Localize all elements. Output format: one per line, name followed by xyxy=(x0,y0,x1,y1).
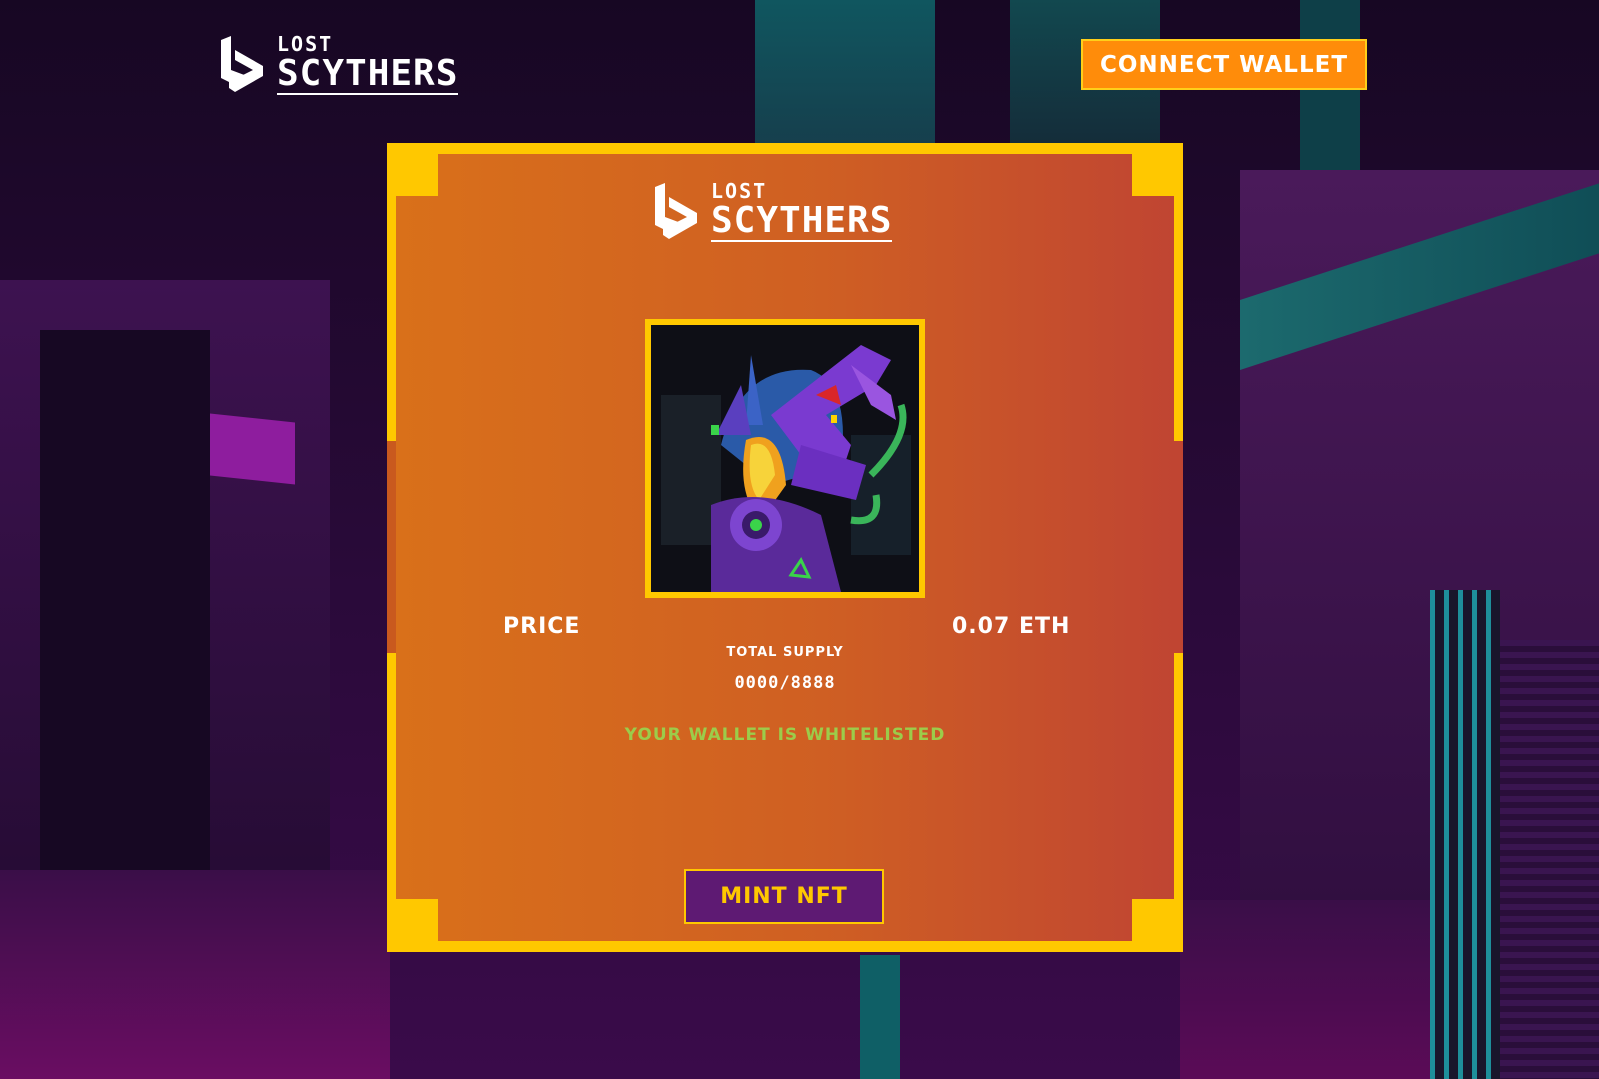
price-value: 0.07 ETH xyxy=(952,614,1071,639)
header-logo[interactable]: LOST SCYTHERS xyxy=(213,32,459,95)
nft-preview-frame xyxy=(645,319,925,598)
robot-nft-icon xyxy=(651,325,919,592)
nft-preview-image xyxy=(651,325,919,592)
connect-wallet-button[interactable]: CONNECT WALLET xyxy=(1081,39,1367,90)
mint-nft-button[interactable]: MINT NFT xyxy=(684,869,884,924)
card-logo: LOST SCYTHERS xyxy=(647,179,893,242)
logo-text-bottom: SCYTHERS xyxy=(711,200,893,242)
total-supply-label: TOTAL SUPPLY xyxy=(726,645,844,660)
price-label: PRICE xyxy=(503,614,581,639)
logo-text-top: LOST xyxy=(277,32,334,56)
logo-text-bottom: SCYTHERS xyxy=(277,53,459,95)
brand-logo-icon xyxy=(655,182,697,239)
total-supply-value: 0000/8888 xyxy=(734,673,836,693)
whitelist-status: YOUR WALLET IS WHITELISTED xyxy=(624,725,946,745)
brand-logo-icon xyxy=(221,35,263,92)
logo-text-top: LOST xyxy=(711,179,768,203)
